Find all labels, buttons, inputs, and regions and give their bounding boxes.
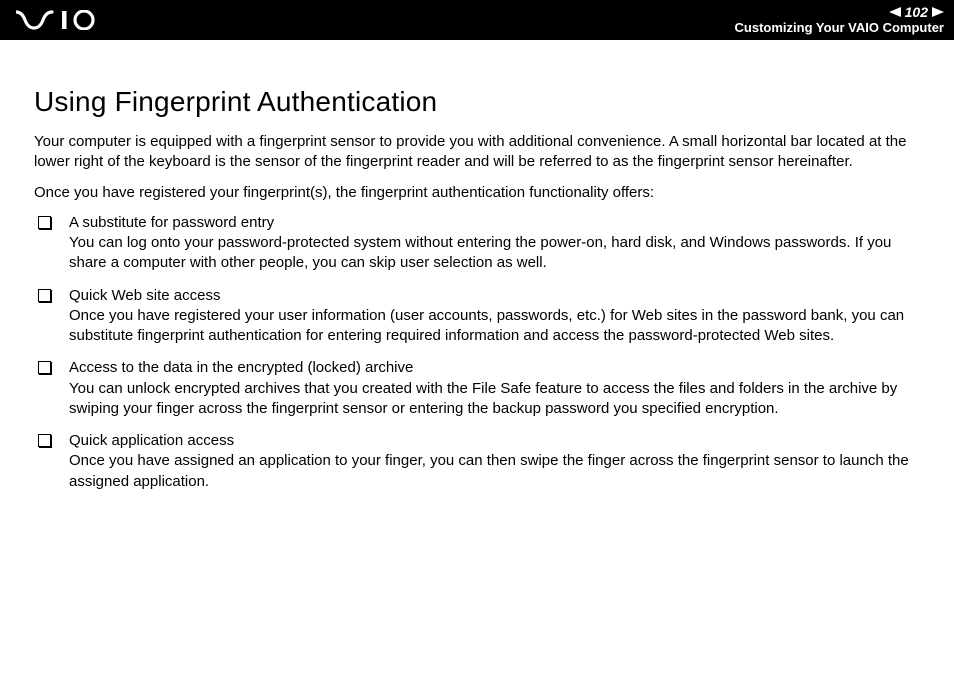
vaio-logo (16, 10, 106, 30)
page-content: Using Fingerprint Authentication Your co… (0, 40, 954, 504)
next-page-arrow-icon[interactable] (932, 6, 944, 18)
bullet-icon (38, 216, 51, 229)
manual-page: 102 Customizing Your VAIO Computer Using… (0, 0, 954, 674)
list-item-desc: You can log onto your password-protected… (69, 233, 920, 274)
list-item-title: A substitute for password entry (69, 213, 920, 233)
list-item-body: A substitute for password entry You can … (69, 213, 920, 274)
list-item-title: Access to the data in the encrypted (loc… (69, 358, 920, 378)
intro-paragraph-1: Your computer is equipped with a fingerp… (34, 132, 920, 173)
list-item: Quick application access Once you have a… (34, 431, 920, 492)
list-item-body: Quick application access Once you have a… (69, 431, 920, 492)
vaio-logo-svg (16, 10, 106, 30)
bullet-icon (38, 434, 51, 447)
list-item-desc: Once you have assigned an application to… (69, 451, 920, 492)
list-item: Access to the data in the encrypted (loc… (34, 358, 920, 419)
page-number: 102 (905, 5, 928, 19)
list-item: Quick Web site access Once you have regi… (34, 286, 920, 347)
prev-page-arrow-icon[interactable] (889, 6, 901, 18)
bullet-icon (38, 361, 51, 374)
intro-paragraph-2: Once you have registered your fingerprin… (34, 183, 920, 203)
list-item-desc: You can unlock encrypted archives that y… (69, 379, 920, 420)
list-item-title: Quick Web site access (69, 286, 920, 306)
page-header: 102 Customizing Your VAIO Computer (0, 0, 954, 40)
page-nav-top: 102 (889, 5, 944, 19)
bullet-icon (38, 289, 51, 302)
list-item: A substitute for password entry You can … (34, 213, 920, 274)
list-item-body: Access to the data in the encrypted (loc… (69, 358, 920, 419)
page-title: Using Fingerprint Authentication (34, 86, 920, 118)
list-item-desc: Once you have registered your user infor… (69, 306, 920, 347)
list-item-body: Quick Web site access Once you have regi… (69, 286, 920, 347)
breadcrumb[interactable]: Customizing Your VAIO Computer (735, 20, 944, 36)
page-nav: 102 Customizing Your VAIO Computer (735, 5, 944, 36)
feature-list: A substitute for password entry You can … (34, 213, 920, 492)
list-item-title: Quick application access (69, 431, 920, 451)
